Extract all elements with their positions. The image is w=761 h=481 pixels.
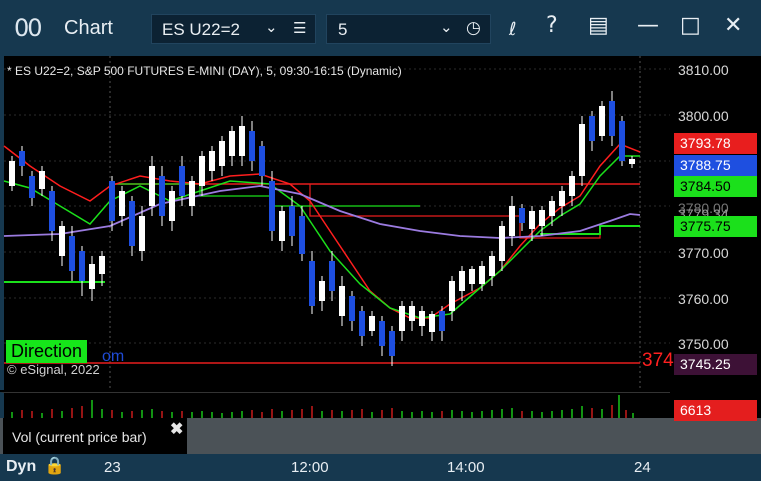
volume-value-tag: 6613	[674, 400, 757, 421]
interval-input[interactable]: 5 ⌄ ◷	[326, 14, 491, 44]
axis-label: 3770.00	[678, 245, 729, 261]
symbol-value: ES U22=2	[162, 20, 240, 39]
candlesticks	[9, 91, 635, 366]
interval-value: 5	[338, 20, 348, 39]
clock-icon[interactable]: ◷	[466, 18, 481, 38]
minimize-icon[interactable]: —	[637, 13, 659, 38]
time-label: 23	[104, 459, 121, 476]
maximize-icon[interactable]: □	[680, 13, 701, 38]
volume-bars	[11, 395, 634, 418]
volume-study-label[interactable]: Vol (current price bar)	[3, 418, 187, 454]
price-label-red: 374	[642, 350, 674, 371]
axis-label: 3750.00	[678, 336, 729, 352]
time-label: 14:00	[447, 459, 485, 476]
symbol-input[interactable]: ES U22=2 ⌄ ☰	[151, 14, 316, 44]
time-label: 12:00	[291, 459, 329, 476]
direction-label[interactable]: Direction	[6, 340, 88, 363]
level-line-red-lower	[309, 184, 640, 239]
close-icon[interactable]: ✕	[724, 13, 742, 38]
help-icon[interactable]: ?	[546, 13, 558, 38]
window-title: Chart	[64, 17, 113, 39]
dynamic-mode-label[interactable]: Dyn	[6, 458, 36, 476]
price-chart-svg	[3, 56, 670, 390]
layout-icon[interactable]: ▤	[588, 13, 609, 38]
lock-icon[interactable]: 🔒	[44, 456, 65, 476]
chevron-down-icon[interactable]: ⌄	[440, 18, 453, 36]
chevron-down-icon[interactable]: ⌄	[265, 18, 278, 36]
app-logo-icon: 00	[14, 14, 43, 42]
price-tag-green: 3775.75	[674, 216, 757, 237]
draw-icon[interactable]: ℓ	[509, 19, 516, 40]
title-bar: 00 Chart ES U22=2 ⌄ ☰ 5 ⌄ ◷ ℓ ? ▤ — □ ✕	[0, 0, 761, 56]
price-tag-green: 3784.50	[674, 176, 757, 197]
price-tag-purple: 3745.25	[674, 354, 757, 375]
copyright-text: © eSignal, 2022	[7, 362, 100, 377]
close-icon[interactable]: ✖	[170, 419, 183, 439]
axis-label: 3810.00	[678, 62, 729, 78]
menu-icon[interactable]: ☰	[293, 19, 306, 37]
price-tag-red: 3793.78	[674, 133, 757, 154]
axis-label: 3760.00	[678, 291, 729, 307]
time-axis-bar[interactable]: Dyn 🔒 23 12:00 14:00 24	[0, 454, 761, 481]
axis-label: 3800.00	[678, 108, 729, 124]
volume-label-text: Vol (current price bar)	[12, 429, 147, 445]
overlay-text: om	[102, 348, 125, 365]
chart-header: * ES U22=2, S&P 500 FUTURES E-MINI (DAY)…	[7, 64, 402, 78]
time-label: 24	[634, 459, 651, 476]
price-tag-blue: 3788.75	[674, 155, 757, 176]
